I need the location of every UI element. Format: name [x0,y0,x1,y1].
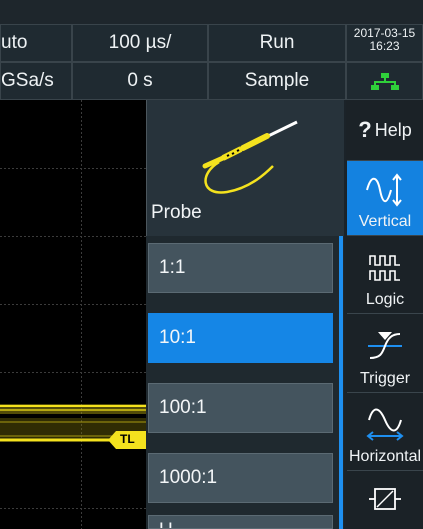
trigger-edge-icon [368,332,402,359]
logic-button[interactable]: Logic [347,236,423,313]
horizontal-label: Horizontal [348,448,422,465]
options-scrollbar[interactable] [339,236,343,529]
vertical-label: Vertical [358,213,412,230]
datetime-display: 2017-03-15 16:23 [346,24,423,62]
trigger-level-label: TL [120,432,135,446]
run-state-button[interactable]: Run [208,24,346,62]
vertical-button[interactable]: Vertical [347,161,423,235]
help-icon: ? [358,117,372,142]
trigger-level-marker[interactable]: TL [108,431,146,449]
probe-title: Probe [151,202,202,223]
decode-icon [369,488,401,510]
timebase-label: 100 µs/ [108,32,172,53]
probe-option-1000-1[interactable]: 1000:1 [148,453,333,503]
run-state-label: Run [259,32,295,53]
sample-rate-label: GSa/s [1,70,54,91]
option-label: 10:1 [159,327,196,348]
probe-option-100-1[interactable]: 100:1 [148,383,333,433]
top-strip [0,0,423,24]
probe-option-10-1[interactable]: 10:1 [148,313,333,363]
waveform-display[interactable]: TL [0,100,146,529]
network-icon [370,73,399,90]
network-status[interactable] [346,62,423,100]
option-label: 100:1 [159,397,207,418]
logic-label: Logic [365,291,405,308]
sample-rate-button[interactable]: GSa/s [0,62,72,100]
trigger-mode-label: uto [1,32,28,53]
probe-panel: Probe [146,100,344,236]
probe-option-1-1[interactable]: 1:1 [148,243,333,293]
waveform-grid [0,100,146,529]
probe-icon [202,120,298,194]
trigger-mode-button[interactable]: uto [0,24,72,62]
time-text: 16:23 [369,39,400,53]
horizontal-button[interactable]: Horizontal [347,393,423,470]
help-label: Help [374,119,412,140]
acq-mode-button[interactable]: Sample [208,62,346,100]
trigger-button[interactable]: Trigger [347,314,423,392]
option-label: 1000:1 [159,467,218,488]
offset-label: 0 s [127,70,153,91]
decode-button[interactable] [347,471,423,529]
vertical-sine-icon [366,173,402,207]
option-label: 1:1 [159,257,186,278]
acq-mode-label: Sample [244,70,310,91]
help-button[interactable]: ? Help [347,100,423,160]
timebase-button[interactable]: 100 µs/ [72,24,208,62]
horizontal-sine-icon [366,408,404,441]
probe-option-next[interactable]: U [148,515,333,529]
logic-pulse-icon [369,255,400,281]
offset-button[interactable]: 0 s [72,62,208,100]
trigger-label: Trigger [359,370,411,387]
option-label: U [159,520,173,528]
